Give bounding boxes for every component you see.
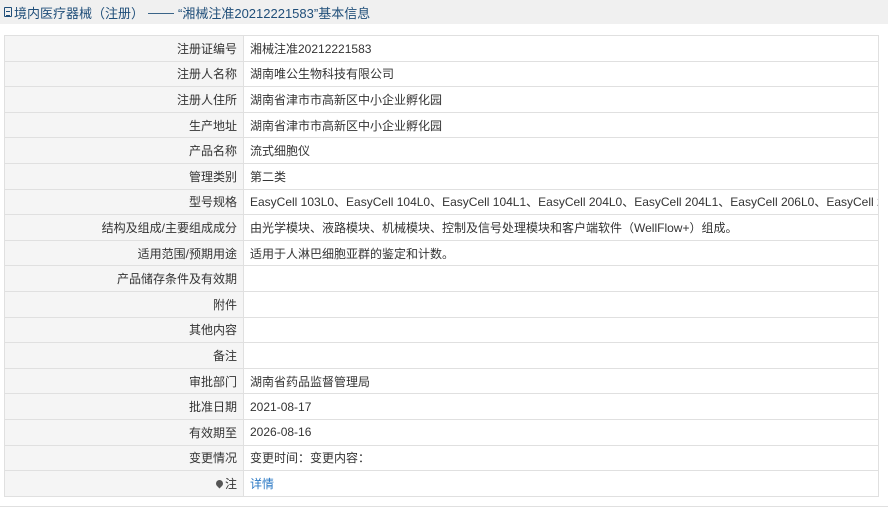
table-row: 生产地址 湖南省津市市高新区中小企业孵化园 — [4, 111, 879, 139]
row-label: 批准日期 — [4, 393, 244, 420]
header-title: “湘械注准20212221583”基本信息 — [178, 5, 371, 21]
row-label: 产品名称 — [4, 137, 244, 164]
row-value: 适用于人淋巴细胞亚群的鉴定和计数。 — [243, 239, 879, 267]
row-value: 流式细胞仪 — [243, 137, 879, 164]
table-row: 产品名称 流式细胞仪 — [4, 137, 879, 164]
row-label: 有效期至 — [4, 418, 244, 446]
page-header: 境内医疗器械（注册） —— “湘械注准20212221583”基本信息 — [0, 0, 888, 24]
table-row: 批准日期 2021-08-17 — [4, 393, 879, 420]
row-value — [243, 290, 879, 318]
row-value: 由光学模块、液路模块、机械模块、控制及信号处理模块和客户端软件（WellFlow… — [243, 214, 879, 241]
header-category: 境内医疗器械（注册） — [14, 5, 145, 21]
row-value: EasyCell 103L0、EasyCell 104L0、EasyCell 1… — [243, 188, 879, 216]
row-value: 2021-08-17 — [243, 393, 879, 420]
table-row: 注册人名称 湖南唯公生物科技有限公司 — [4, 60, 879, 88]
header-separator: —— — [148, 4, 175, 20]
bottom-divider — [0, 506, 888, 507]
row-label: 生产地址 — [4, 111, 244, 139]
note-row: 注 详情 — [4, 470, 879, 497]
row-label: 注册证编号 — [4, 35, 244, 62]
table-row: 型号规格 EasyCell 103L0、EasyCell 104L0、EasyCe… — [4, 188, 879, 216]
row-label: 型号规格 — [4, 188, 244, 216]
row-label: 适用范围/预期用途 — [4, 239, 244, 267]
note-value-cell: 详情 — [243, 470, 879, 497]
row-value — [243, 265, 879, 292]
row-label: 附件 — [4, 290, 244, 318]
pin-icon — [214, 478, 225, 489]
table-row: 变更情况 变更时间：变更内容： — [4, 444, 879, 472]
row-value: 湖南省津市市高新区中小企业孵化园 — [243, 111, 879, 139]
row-value: 湖南省津市市高新区中小企业孵化园 — [243, 86, 879, 113]
row-value: 湖南省药品监督管理局 — [243, 367, 879, 395]
row-value — [243, 316, 879, 344]
table-row: 有效期至 2026-08-16 — [4, 418, 879, 446]
row-value — [243, 342, 879, 369]
row-label: 变更情况 — [4, 444, 244, 472]
row-label: 结构及组成/主要组成成分 — [4, 214, 244, 241]
table-row: 注册人住所 湖南省津市市高新区中小企业孵化园 — [4, 86, 879, 113]
row-value: 湖南唯公生物科技有限公司 — [243, 60, 879, 88]
table-row: 审批部门 湖南省药品监督管理局 — [4, 367, 879, 395]
note-label: 注 — [224, 476, 237, 491]
info-table: 注册证编号 湘械注准20212221583 注册人名称 湖南唯公生物科技有限公司 注… — [4, 35, 879, 497]
details-link[interactable]: 详情 — [250, 477, 274, 491]
row-value: 2026-08-16 — [243, 418, 879, 446]
row-label: 管理类别 — [4, 162, 244, 190]
row-label: 注册人名称 — [4, 60, 244, 88]
table-row: 结构及组成/主要组成成分 由光学模块、液路模块、机械模块、控制及信号处理模块和客户… — [4, 214, 879, 241]
row-label: 审批部门 — [4, 367, 244, 395]
table-row: 备注 — [4, 342, 879, 369]
table-row: 管理类别 第二类 — [4, 162, 879, 190]
table-row: 注册证编号 湘械注准20212221583 — [4, 35, 879, 62]
table-row: 其他内容 — [4, 316, 879, 344]
row-label: 备注 — [4, 342, 244, 369]
row-value: 第二类 — [243, 162, 879, 190]
row-value: 变更时间：变更内容： — [243, 444, 879, 472]
note-label-cell: 注 — [4, 470, 244, 497]
table-row: 产品储存条件及有效期 — [4, 265, 879, 292]
table-row: 附件 — [4, 290, 879, 318]
table-row: 适用范围/预期用途 适用于人淋巴细胞亚群的鉴定和计数。 — [4, 239, 879, 267]
row-value: 湘械注准20212221583 — [243, 35, 879, 62]
row-label: 产品储存条件及有效期 — [4, 265, 244, 292]
document-icon — [4, 7, 12, 17]
row-label: 其他内容 — [4, 316, 244, 344]
row-label: 注册人住所 — [4, 86, 244, 113]
